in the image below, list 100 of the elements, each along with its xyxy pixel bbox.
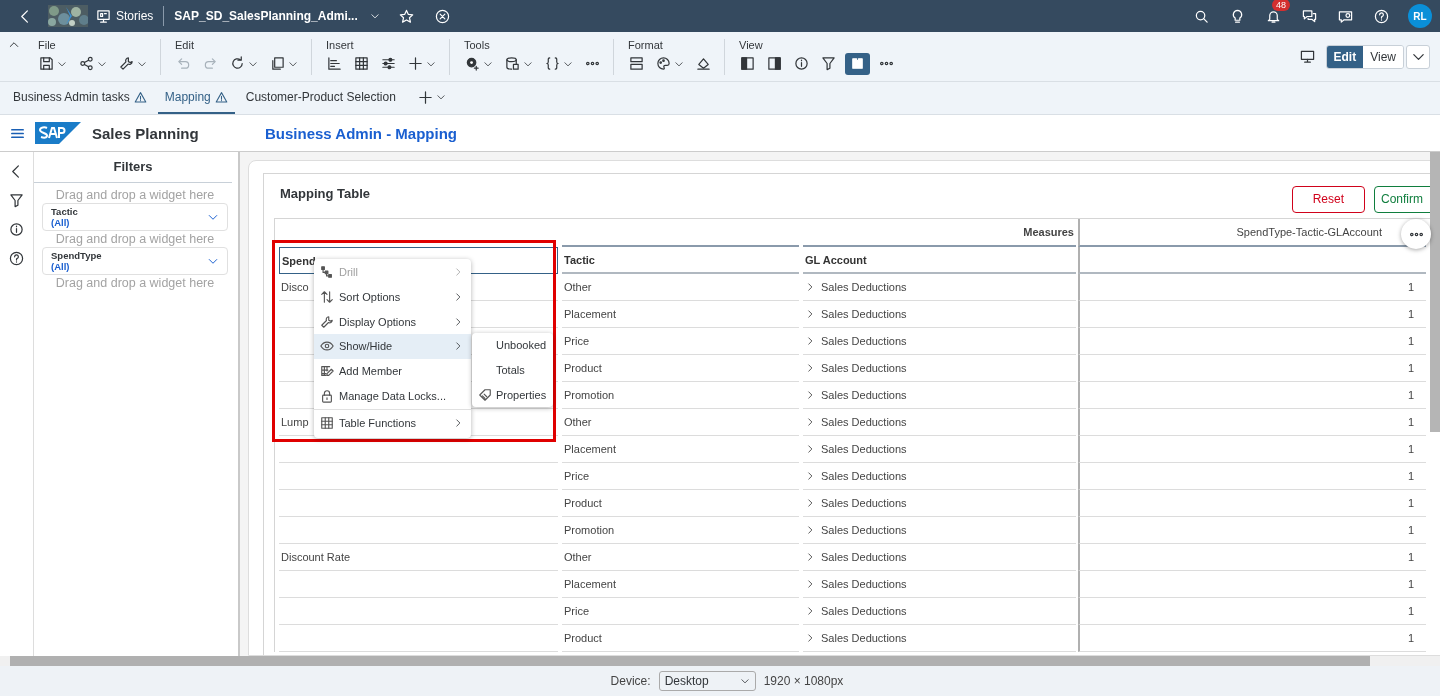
close-icon [435, 8, 451, 24]
table-cell: Sales Deductions [821, 632, 907, 644]
plus-icon [408, 56, 423, 71]
chevron-right-icon [805, 363, 815, 373]
table-cell: Product [564, 632, 602, 644]
table-cell: Other [564, 551, 592, 563]
menu-item[interactable]: Display Options [314, 309, 471, 335]
table-cell: 1 [1407, 632, 1414, 644]
table-cell: Price [564, 605, 590, 617]
menu-item[interactable]: Manage Data Locks... [314, 383, 471, 409]
table-cell: Other [564, 281, 592, 293]
column-header[interactable]: Tactic [562, 247, 799, 274]
table-cell: 1 [1407, 416, 1414, 428]
table-cell: Lump [281, 416, 309, 428]
hierarchy-icon [320, 265, 334, 280]
table-cell: Sales Deductions [821, 524, 907, 536]
chevron-right-icon [805, 309, 815, 319]
help-icon [1373, 8, 1389, 24]
table-cell: 1 [1407, 551, 1414, 563]
monitor-icon [1299, 49, 1315, 64]
toolbar-group-label: Format [627, 38, 664, 51]
chevron-right-icon [805, 552, 815, 562]
table-cell: 1 [1407, 524, 1414, 536]
stories-link[interactable]: Stories [96, 8, 154, 24]
user-avatar[interactable]: RL [1408, 4, 1432, 28]
toolbar-group-label: View [738, 38, 764, 51]
menu-item[interactable]: Table Functions [314, 411, 471, 436]
story-title-menu[interactable]: SAP_SD_SalesPlanning_Admi... [174, 9, 380, 23]
panel-left-icon [740, 56, 755, 71]
info-icon [794, 56, 809, 71]
table-cell: 1 [1407, 389, 1414, 401]
eye-icon [320, 339, 334, 354]
toolbar-group-label: File [37, 38, 57, 51]
notifications-button[interactable]: 48 [1258, 2, 1288, 30]
search-icon [1193, 8, 1209, 24]
device-select[interactable]: Desktop [658, 671, 756, 691]
filter-icon [821, 56, 836, 71]
chevron-right-icon [453, 341, 463, 352]
menu-item[interactable]: Sort Options [314, 284, 471, 310]
table-cell: 1 [1407, 605, 1414, 617]
drop-hint: Drag and drop a widget here [54, 231, 216, 247]
table-cell: 1 [1407, 281, 1414, 293]
menu-item[interactable]: Totals [472, 357, 553, 383]
warning-icon [214, 90, 228, 104]
chevron-right-icon [805, 282, 815, 292]
board-icon [96, 8, 111, 24]
table-cell: Sales Deductions [821, 416, 907, 428]
table-cell: 1 [1407, 497, 1414, 509]
share-icon [79, 56, 94, 71]
wrench-icon [119, 56, 134, 71]
table-icon [354, 56, 369, 71]
table-cell: Sales Deductions [821, 308, 907, 320]
drop-hint: Drag and drop a widget here [54, 187, 216, 203]
notification-badge: 48 [1272, 0, 1290, 11]
scrollbar[interactable] [10, 656, 1370, 666]
toolbar-button[interactable] [845, 52, 870, 75]
table-cell: 1 [1407, 335, 1414, 347]
toolbar-group-label: Insert [325, 38, 355, 51]
mode-toggle[interactable]: View [1363, 45, 1403, 68]
page-tab[interactable]: Business Admin tasks [6, 82, 154, 114]
copy-icon [270, 56, 285, 71]
chat-icon [1301, 8, 1317, 24]
scrollbar[interactable] [1430, 152, 1440, 432]
table-cell: Product [564, 497, 602, 509]
feedback-icon [1337, 8, 1353, 24]
table-cell: Placement [564, 578, 616, 590]
toolbar-group-label: Tools [463, 38, 491, 51]
table-cell: Price [564, 470, 590, 482]
bar-chart-icon [327, 56, 342, 71]
database-icon [505, 56, 520, 71]
table-cell: Sales Deductions [821, 551, 907, 563]
refresh-icon [230, 56, 245, 71]
chevron-down-icon [435, 92, 446, 102]
table-cell: Sales Deductions [821, 362, 907, 374]
menu-item[interactable]: Add Member [314, 358, 471, 384]
table-cell: Placement [564, 443, 616, 455]
column-header[interactable]: GL Account [803, 247, 1076, 274]
menu-item[interactable]: Properties [472, 382, 553, 408]
plus-icon [417, 89, 433, 105]
mode-toggle[interactable]: Edit [1326, 45, 1364, 68]
filter-dropdown[interactable]: SpendType (All) [42, 247, 228, 275]
table-cell: Sales Deductions [821, 578, 907, 590]
grid-pencil-icon [320, 364, 334, 379]
table-cell: Promotion [564, 524, 615, 536]
page-tab[interactable]: Customer-Product Selection [238, 82, 403, 114]
filter-dropdown[interactable]: Tactic (All) [42, 203, 228, 231]
chevron-right-icon [805, 633, 815, 643]
menu-item[interactable]: Unbooked [472, 333, 553, 358]
mode-dropdown[interactable] [1406, 44, 1430, 69]
reset-button[interactable]: Reset [1291, 185, 1365, 213]
resolution-text: 1920 × 1080px [763, 674, 844, 688]
table-cell: 1 [1407, 308, 1414, 320]
filter-icon [9, 192, 24, 208]
table-cell: 1 [1407, 470, 1414, 482]
star-icon [399, 8, 415, 24]
toolbar-group-label: Edit [174, 38, 195, 51]
bell-icon [1265, 8, 1281, 24]
chevron-right-icon [805, 579, 815, 589]
menu-item[interactable]: Show/Hide [314, 334, 471, 359]
table-cell: Sales Deductions [821, 470, 907, 482]
